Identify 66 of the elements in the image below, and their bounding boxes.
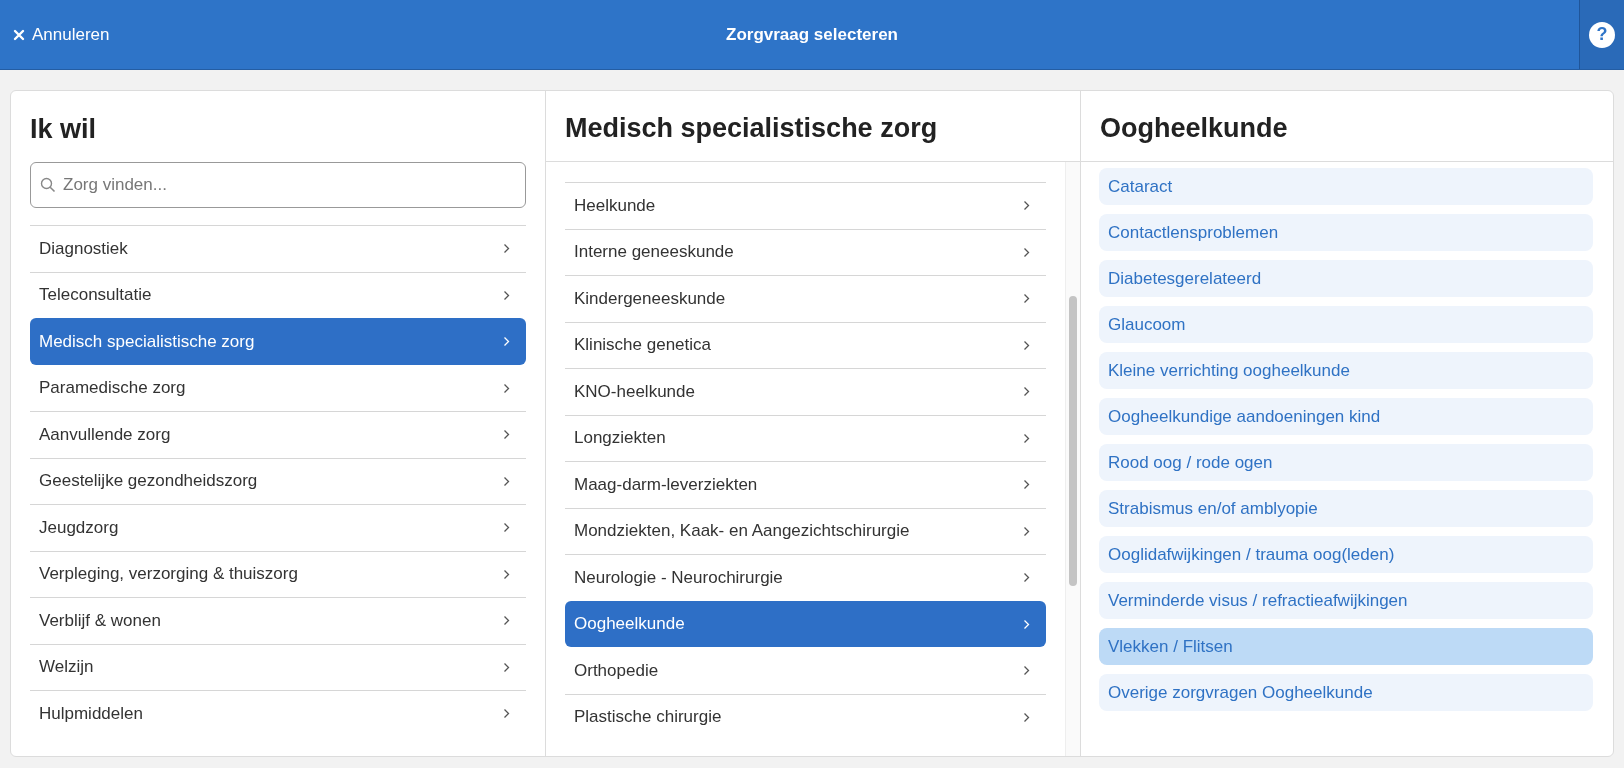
chevron-icon	[503, 522, 510, 534]
care-question-option[interactable]: Ooglidafwijkingen / trauma oog(leden)	[1099, 536, 1593, 573]
category-item[interactable]: Verblijf & wonen	[30, 597, 526, 644]
specialty-item[interactable]: Plastische chirurgie	[565, 693, 1046, 740]
category-item[interactable]: Welzijn	[30, 643, 526, 690]
care-question-option[interactable]: Overige zorgvragen Oogheelkunde	[1099, 674, 1593, 711]
chevron-icon	[503, 429, 510, 441]
category-item[interactable]: Hulpmiddelen	[30, 690, 526, 737]
chevron-icon	[503, 475, 510, 487]
cancel-button[interactable]: Annuleren	[0, 24, 300, 45]
chevron-icon	[503, 289, 510, 301]
close-icon	[13, 28, 25, 41]
category-item[interactable]: Diagnostiek	[30, 225, 526, 272]
chevron-icon	[1023, 293, 1030, 305]
chevron-icon	[503, 708, 510, 720]
care-question-option[interactable]: Diabetesgerelateerd	[1099, 260, 1593, 297]
chevron-icon	[1023, 200, 1030, 212]
category-item[interactable]: Medisch specialistische zorg	[30, 318, 526, 365]
category-item[interactable]: Geestelijke gezondheidszorg	[30, 457, 526, 504]
care-question-option[interactable]: Strabismus en/of amblyopie	[1099, 490, 1593, 527]
specialty-item[interactable]: Longziekten	[565, 414, 1046, 461]
scrollbar-thumb[interactable]	[1069, 296, 1077, 586]
column-title: Medisch specialistische zorg	[565, 113, 938, 144]
chevron-icon	[1023, 525, 1030, 537]
help-button[interactable]: ?	[1589, 21, 1615, 48]
chevron-icon	[1023, 339, 1030, 351]
specialty-item[interactable]: Neurologie - Neurochirurgie	[565, 554, 1046, 601]
specialty-item[interactable]: Heelkunde	[565, 182, 1046, 229]
care-question-option[interactable]: Kleine verrichting oogheelkunde	[1099, 352, 1593, 389]
chevron-icon	[1023, 572, 1030, 584]
specialty-item[interactable]: Maag-darm-leverziekten	[565, 461, 1046, 508]
chevron-icon	[503, 336, 510, 348]
category-item[interactable]: Aanvullende zorg	[30, 411, 526, 458]
category-item[interactable]: Paramedische zorg	[30, 364, 526, 411]
specialty-item[interactable]: Klinische genetica	[565, 321, 1046, 368]
column-title: Oogheelkunde	[1100, 113, 1288, 144]
care-question-option[interactable]: Glaucoom	[1099, 306, 1593, 343]
category-item[interactable]: Jeugdzorg	[30, 504, 526, 551]
search-field[interactable]: Zorg vinden...	[30, 162, 526, 208]
care-question-option[interactable]: Contactlensproblemen	[1099, 214, 1593, 251]
category-item[interactable]: Verpleging, verzorging & thuiszorg	[30, 550, 526, 597]
care-question-option[interactable]: Verminderde visus / refractieafwijkingen	[1099, 582, 1593, 619]
specialty-item[interactable]: Orthopedie	[565, 647, 1046, 694]
specialty-item[interactable]: Oogheelkunde	[565, 600, 1046, 647]
chevron-icon	[1023, 479, 1030, 491]
chevron-icon	[1023, 618, 1030, 630]
chevron-icon	[1023, 665, 1030, 677]
chevron-icon	[503, 568, 510, 580]
care-question-option[interactable]: Rood oog / rode ogen	[1099, 444, 1593, 481]
care-question-option[interactable]: Oogheelkundige aandoeningen kind	[1099, 398, 1593, 435]
chevron-icon	[1023, 386, 1030, 398]
chevron-icon	[503, 661, 510, 673]
specialty-item[interactable]: KNO-heelkunde	[565, 368, 1046, 415]
chevron-icon	[503, 382, 510, 394]
chevron-icon	[1023, 432, 1030, 444]
specialty-item[interactable]: Mondziekten, Kaak- en Aangezichtschirurgie	[565, 507, 1046, 554]
chevron-icon	[503, 615, 510, 627]
chevron-icon	[1023, 711, 1030, 723]
chevron-icon	[503, 243, 510, 255]
specialty-item[interactable]: Kindergeneeskunde	[565, 275, 1046, 322]
specialty-item[interactable]: Interne geneeskunde	[565, 228, 1046, 275]
dialog-title: Zorgvraag selecteren	[725, 24, 899, 45]
care-question-option[interactable]: Cataract	[1099, 168, 1593, 205]
chevron-icon	[1023, 246, 1030, 258]
search-icon	[40, 177, 56, 193]
column-title: Ik wil	[30, 114, 97, 145]
